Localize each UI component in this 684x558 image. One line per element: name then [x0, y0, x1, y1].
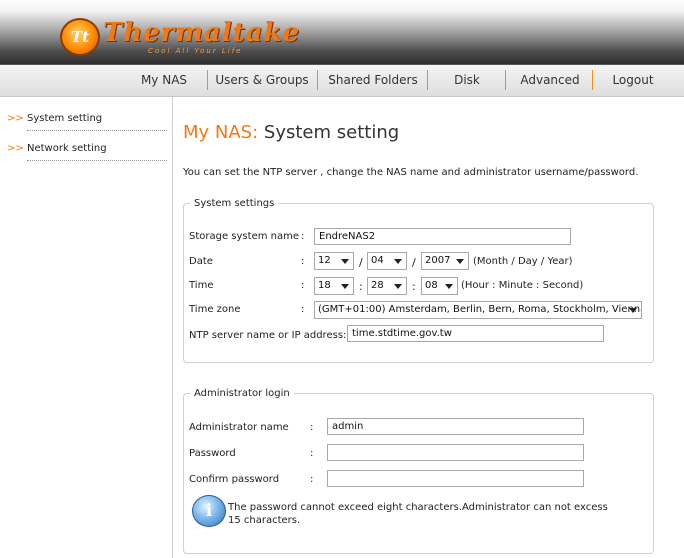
ntp-server-label: NTP server name or IP address: — [189, 330, 347, 341]
date-label: Date — [189, 256, 213, 267]
colon: : — [301, 256, 305, 267]
date-day-select[interactable]: 12 — [314, 252, 354, 270]
nav-separator — [505, 70, 506, 90]
date-separator: / — [359, 256, 363, 269]
colon: : — [310, 422, 314, 433]
nav-separator — [592, 70, 593, 90]
sidebar-item-label: Network setting — [27, 143, 107, 154]
sidebar-divider — [27, 130, 167, 131]
chevron-down-icon — [394, 284, 402, 289]
page-title: My NAS: System setting — [183, 122, 399, 143]
nav-advanced[interactable]: Advanced — [513, 65, 587, 96]
time-hour-value: 18 — [318, 280, 331, 291]
thermaltake-logo-icon: Tt — [60, 18, 100, 56]
sidebar-item-network-setting[interactable]: >> Network setting — [7, 138, 167, 164]
colon: : — [301, 304, 305, 315]
ntp-server-input[interactable]: time.stdtime.gov.tw — [347, 325, 604, 342]
date-month-value: 04 — [371, 255, 384, 266]
logo-mark-text: Tt — [70, 28, 90, 46]
timezone-select[interactable]: (GMT+01:00) Amsterdam, Berlin, Bern, Rom… — [314, 301, 642, 319]
password-rule-note: The password cannot exceed eight charact… — [228, 502, 608, 526]
date-separator: / — [412, 256, 416, 269]
chevron-down-icon — [394, 259, 402, 264]
time-format-hint: (Hour : Minute : Second) — [461, 280, 584, 291]
confirm-password-label: Confirm password — [189, 474, 280, 485]
sidebar-divider — [27, 160, 167, 161]
page-intro: You can set the NTP server , change the … — [183, 167, 639, 178]
page-title-section: My NAS: — [183, 122, 259, 143]
time-minute-value: 28 — [371, 280, 384, 291]
password-label: Password — [189, 448, 236, 459]
chevron-down-icon — [456, 259, 464, 264]
double-chevron-right-icon: >> — [7, 113, 24, 124]
date-format-hint: (Month / Day / Year) — [473, 256, 573, 267]
time-second-select[interactable]: 08 — [421, 277, 458, 295]
date-day-value: 12 — [318, 255, 331, 266]
nav-separator — [207, 70, 208, 90]
admin-login-legend: Administrator login — [194, 388, 290, 399]
admin-name-label: Administrator name — [189, 422, 289, 433]
nav-logout[interactable]: Logout — [606, 65, 660, 96]
storage-name-input[interactable]: EndreNAS2 — [314, 228, 571, 245]
chevron-down-icon — [445, 284, 453, 289]
nav-disk[interactable]: Disk — [446, 65, 488, 96]
date-year-select[interactable]: 2007 — [421, 252, 469, 270]
storage-name-label: Storage system name — [189, 231, 299, 242]
colon: : — [310, 474, 314, 485]
timezone-label: Time zone — [189, 304, 241, 315]
chevron-down-icon — [341, 284, 349, 289]
time-separator: : — [412, 280, 416, 293]
double-chevron-right-icon: >> — [7, 143, 24, 154]
sidebar-item-system-setting[interactable]: >> System setting — [7, 108, 167, 134]
nav-shared-folders[interactable]: Shared Folders — [324, 65, 422, 96]
time-label: Time — [189, 280, 214, 291]
nav-my-nas[interactable]: My NAS — [134, 65, 194, 96]
top-nav: My NAS Users & Groups Shared Folders Dis… — [0, 65, 684, 97]
timezone-value: (GMT+01:00) Amsterdam, Berlin, Bern, Rom… — [318, 304, 642, 315]
sidebar: >> System setting >> Network setting — [0, 97, 173, 558]
nav-users-groups[interactable]: Users & Groups — [214, 65, 310, 96]
page-title-name: System setting — [263, 122, 400, 143]
time-separator: : — [359, 280, 363, 293]
header-banner: Tt Thermaltake Cool All Your Life — [0, 0, 684, 65]
brand-tagline: Cool All Your Life — [148, 47, 243, 55]
nav-separator — [427, 70, 428, 90]
info-icon: i — [192, 495, 226, 527]
colon: : — [310, 448, 314, 459]
time-minute-select[interactable]: 28 — [367, 277, 407, 295]
confirm-password-input[interactable] — [327, 470, 584, 487]
brand-name: Thermaltake — [103, 18, 301, 48]
password-input[interactable] — [327, 444, 584, 461]
sidebar-item-label: System setting — [27, 113, 103, 124]
date-year-value: 2007 — [425, 255, 451, 266]
nav-separator — [317, 70, 318, 90]
system-settings-legend: System settings — [194, 198, 275, 209]
chevron-down-icon — [629, 308, 637, 313]
time-second-value: 08 — [425, 280, 438, 291]
colon: : — [301, 231, 305, 242]
admin-name-input[interactable]: admin — [327, 418, 584, 435]
colon: : — [301, 280, 305, 291]
chevron-down-icon — [341, 259, 349, 264]
date-month-select[interactable]: 04 — [367, 252, 407, 270]
time-hour-select[interactable]: 18 — [314, 277, 354, 295]
